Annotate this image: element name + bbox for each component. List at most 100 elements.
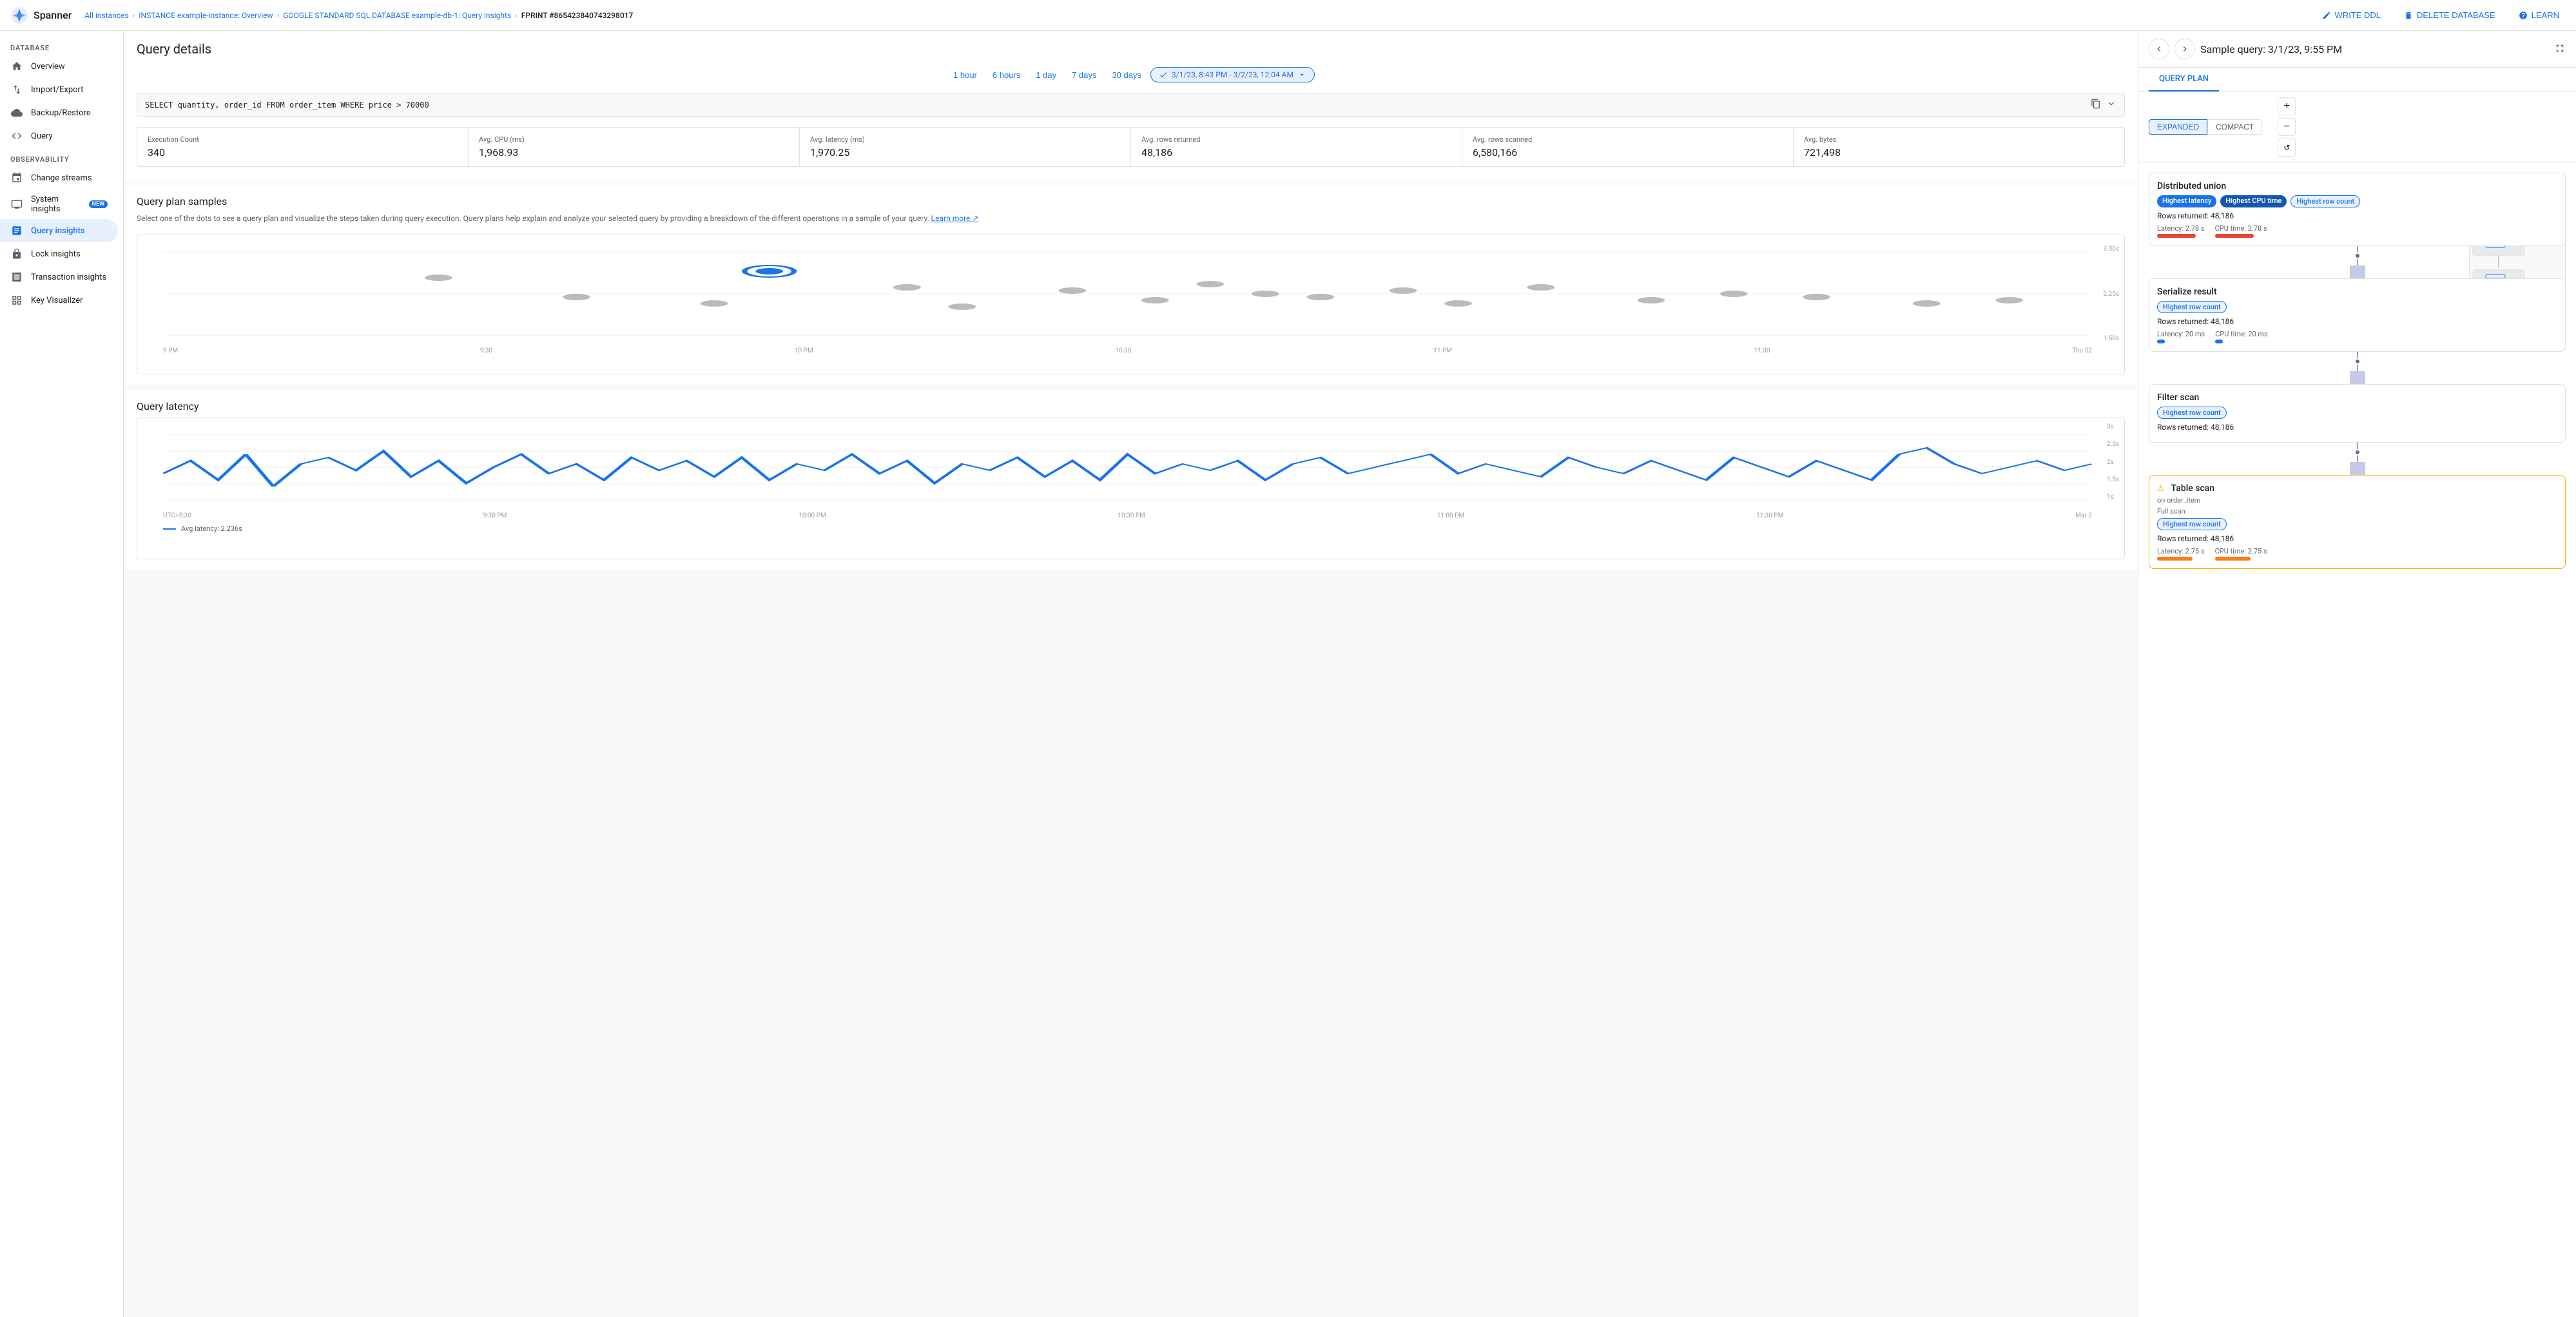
breadcrumb-all-instances[interactable]: All instances: [84, 11, 128, 20]
date-range-chip[interactable]: 3/1/23, 8:43 PM - 3/2/23, 12:04 AM: [1150, 67, 1315, 82]
time-30d[interactable]: 30 days: [1105, 68, 1148, 82]
query-plan-samples-desc: Select one of the dots to see a query pl…: [137, 213, 2125, 224]
latency-bar-2: [2157, 340, 2165, 343]
legend-line: [163, 528, 176, 530]
tab-query-plan[interactable]: QUERY PLAN: [2149, 68, 2219, 91]
table-scan-subtitle: on order_item: [2157, 496, 2557, 505]
zoom-reset-button[interactable]: ↺: [2278, 139, 2296, 157]
top-nav-actions: WRITE DDL DELETE DATABASE LEARN: [2316, 6, 2566, 24]
time-7d[interactable]: 7 days: [1065, 68, 1103, 82]
badge-highest-row-count-4: Highest row count: [2157, 518, 2227, 530]
connector-2: [2149, 352, 2566, 384]
cpu-bar-group: CPU time: 2.78 s: [2215, 224, 2267, 238]
stat-avg-bytes: Avg. bytes 721,498: [1794, 128, 2124, 166]
sidebar-item-overview-label: Overview: [31, 62, 65, 72]
breadcrumb-database[interactable]: GOOGLE STANDARD SQL DATABASE example-db-…: [283, 11, 511, 20]
date-range-label: 3/1/23, 8:43 PM - 3/2/23, 12:04 AM: [1172, 70, 1293, 79]
lat-x-930: 9:30 PM: [483, 512, 507, 519]
breadcrumb-current: FPRINT #865423840743298017: [521, 11, 634, 20]
sidebar-item-import-export[interactable]: Import/Export: [0, 78, 118, 101]
query-latency-title: Query latency: [137, 400, 2125, 412]
plan-node-distributed-union: Distributed union Highest latency Highes…: [2149, 173, 2566, 246]
time-1h[interactable]: 1 hour: [947, 68, 983, 82]
scatter-chart[interactable]: 3.00s 2.25s 1.50s 9 PM 9:30 10 PM 10:30 …: [137, 235, 2125, 374]
query-latency-section: Query latency: [124, 390, 2138, 570]
table-scan-detail: Full scan: [2157, 507, 2557, 515]
connector-1: [2149, 246, 2566, 278]
sidebar-item-query-label: Query: [31, 131, 53, 141]
stat-avg-rows-returned: Avg. rows returned 48,186: [1131, 128, 1462, 166]
learn-button[interactable]: LEARN: [2512, 6, 2566, 24]
expand-query-button[interactable]: [2106, 99, 2116, 111]
plan-node-filter-scan: Filter scan Highest row count Rows retur…: [2149, 384, 2566, 443]
stat-avg-rows-scanned-value: 6,580,166: [1473, 146, 1783, 159]
time-6h[interactable]: 6 hours: [986, 68, 1027, 82]
query-plan-samples-title: Query plan samples: [137, 195, 2125, 207]
rp-prev-button[interactable]: [2149, 39, 2169, 59]
zoom-out-button[interactable]: −: [2278, 118, 2296, 136]
latency-svg: [163, 428, 2092, 506]
view-expanded-button[interactable]: EXPANDED: [2149, 119, 2207, 135]
rp-header: Sample query: 3/1/23, 9:55 PM: [2138, 31, 2576, 68]
rp-controls: EXPANDED COMPACT + − ↺: [2138, 92, 2576, 162]
insights-icon: [10, 224, 23, 237]
serialize-result-title: Serialize result: [2157, 287, 2557, 297]
swap-icon: [10, 83, 23, 96]
lat-x-1130: 11:30 PM: [1756, 512, 1783, 519]
cpu-bar-group-2: CPU time: 20 ms: [2215, 330, 2268, 343]
plan-node-serialize-result: Serialize result Highest row count Rows …: [2149, 278, 2566, 352]
latency-x-labels: UTC+5:30 9:30 PM 10:00 PM 10:30 PM 11:00…: [163, 512, 2092, 519]
query-text: SELECT quantity, order_id FROM order_ite…: [145, 101, 2091, 110]
stat-execution-count-value: 340: [148, 146, 458, 159]
rp-title: Sample query: 3/1/23, 9:55 PM: [2200, 43, 2549, 55]
query-details-section: Query details 1 hour 6 hours 1 day 7 day…: [124, 31, 2138, 180]
stat-avg-latency-label: Avg. latency (ms): [810, 135, 1120, 144]
monitor-icon: [10, 198, 23, 211]
sidebar-item-key-visualizer[interactable]: Key Visualizer: [0, 289, 118, 312]
write-ddl-button[interactable]: WRITE DDL: [2316, 6, 2388, 24]
stat-avg-rows-scanned-label: Avg. rows scanned: [1473, 135, 1783, 144]
cpu-bar-group-4: CPU time: 2.75 s: [2215, 547, 2267, 561]
grid-icon: [10, 294, 23, 307]
sidebar-item-overview[interactable]: Overview: [0, 55, 118, 78]
time-1d[interactable]: 1 day: [1029, 68, 1063, 82]
lat-y-25s: 2.5s: [2107, 441, 2119, 448]
x-label-thu: Thu 02: [2072, 347, 2092, 354]
sidebar-item-backup-restore[interactable]: Backup/Restore: [0, 101, 118, 124]
copy-query-button[interactable]: [2091, 99, 2101, 111]
sidebar-item-key-visualizer-label: Key Visualizer: [31, 296, 83, 305]
sidebar-item-system-insights[interactable]: System insights NEW: [0, 189, 118, 219]
code-icon: [10, 130, 23, 142]
query-plan-samples-section: Query plan samples Select one of the dot…: [124, 185, 2138, 385]
learn-more-link[interactable]: Learn more ↗: [931, 214, 979, 223]
cpu-bar-4: [2215, 557, 2251, 561]
serialize-result-badges: Highest row count: [2157, 301, 2557, 313]
sidebar-item-query-insights[interactable]: Query insights: [0, 219, 118, 242]
latency-bar-1: [2157, 234, 2196, 238]
query-details-title: Query details: [137, 41, 2125, 57]
stat-avg-cpu: Avg. CPU (ms) 1,968.93: [469, 128, 800, 166]
lat-x-11: 11:00 PM: [1437, 512, 1464, 519]
sidebar-item-lock-insights[interactable]: Lock insights: [0, 242, 118, 265]
query-box-actions: [2091, 99, 2116, 111]
lat-x-mar2: Mar 2: [2075, 512, 2092, 519]
lat-x-10: 10:00 PM: [799, 512, 826, 519]
sidebar-item-transaction-insights[interactable]: Transaction insights: [0, 265, 118, 289]
view-compact-button[interactable]: COMPACT: [2207, 119, 2262, 135]
connector-3: [2149, 443, 2566, 475]
filter-scan-rows: Rows returned: 48,186: [2157, 423, 2557, 432]
cpu-bar-1: [2215, 234, 2254, 238]
content-area: Query details 1 hour 6 hours 1 day 7 day…: [124, 31, 2138, 1317]
breadcrumb-instance[interactable]: INSTANCE example-instance: Overview: [139, 11, 273, 20]
right-panel: Sample query: 3/1/23, 9:55 PM QUERY PLAN…: [2138, 31, 2576, 1317]
rp-next-button[interactable]: [2174, 39, 2195, 59]
backup-icon: [10, 106, 23, 119]
y-label-15s: 1.50s: [2103, 335, 2119, 342]
delete-database-button[interactable]: DELETE DATABASE: [2397, 6, 2502, 24]
zoom-in-button[interactable]: +: [2278, 97, 2296, 115]
sidebar-item-query[interactable]: Query: [0, 124, 118, 148]
sidebar-item-change-streams[interactable]: Change streams: [0, 166, 118, 189]
rp-expand-button[interactable]: [2554, 43, 2566, 56]
query-box: SELECT quantity, order_id FROM order_ite…: [137, 93, 2125, 117]
app-name: Spanner: [34, 9, 72, 21]
